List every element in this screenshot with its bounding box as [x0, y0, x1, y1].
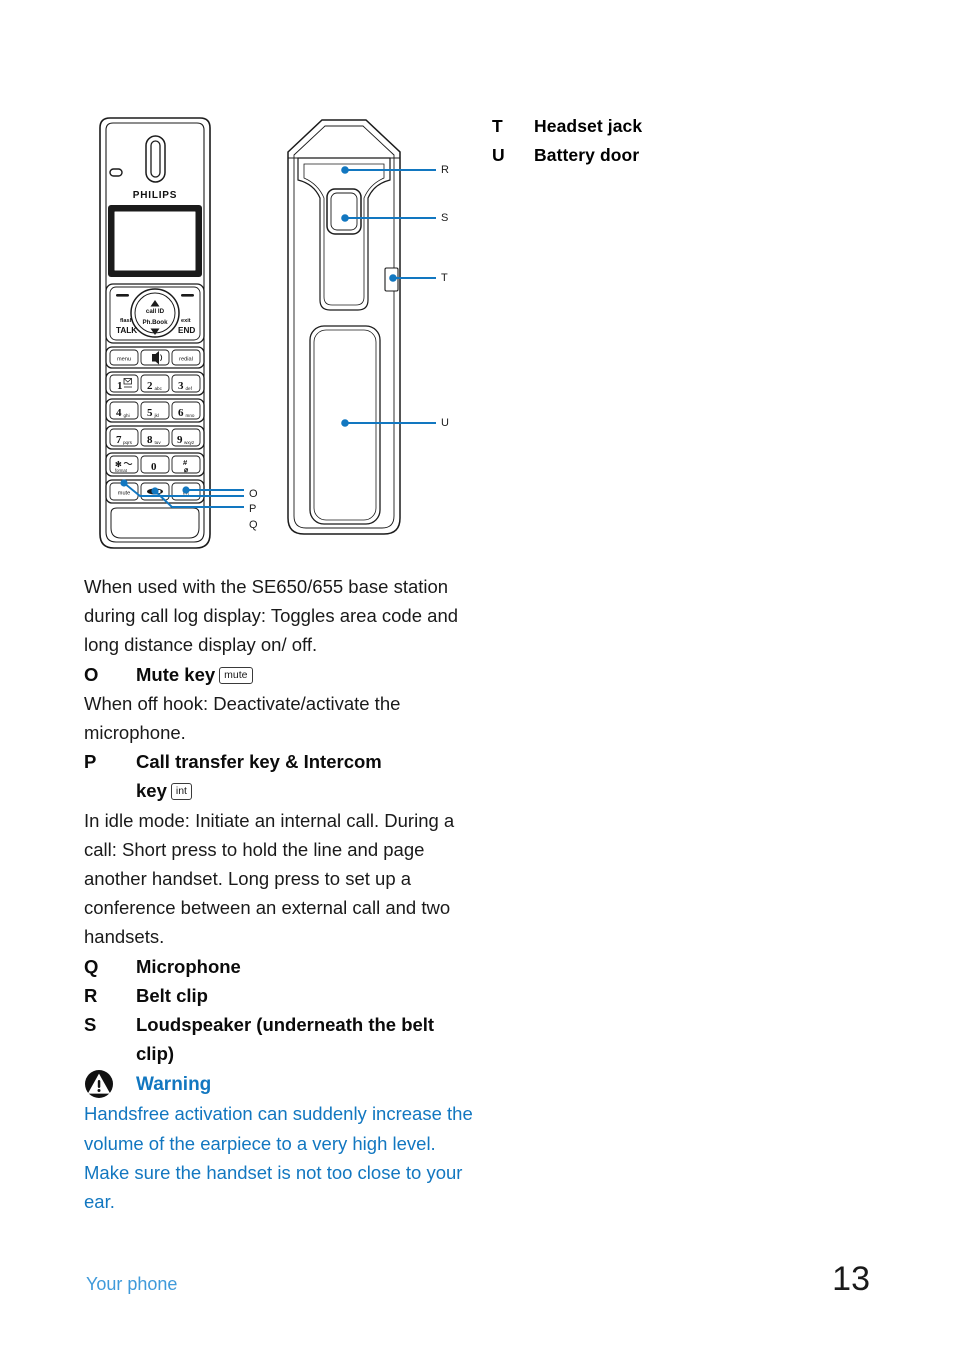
svg-text:1: 1: [117, 380, 123, 392]
item-s-key: S: [84, 1014, 97, 1036]
svg-text:pqrs: pqrs: [123, 440, 133, 445]
item-o: O Mute key mute: [84, 660, 476, 689]
svg-text:jkl: jkl: [154, 413, 159, 418]
svg-text:exit: exit: [181, 318, 191, 324]
item-p-title-line1: Call transfer key & Intercom: [136, 751, 382, 773]
item-p-description: In idle mode: Initiate an internal call.…: [84, 809, 455, 948]
callout-label-o: O: [249, 488, 258, 500]
legend-key-u: U: [492, 145, 505, 165]
svg-text:tuv: tuv: [155, 440, 162, 445]
svg-text:format: format: [115, 468, 128, 473]
item-p: P Call transfer key & Intercom key int: [84, 747, 476, 805]
svg-text:abc: abc: [155, 386, 163, 391]
svg-text:8: 8: [147, 434, 153, 446]
mute-keycap-icon: mute: [219, 666, 253, 684]
svg-text:3: 3: [178, 380, 184, 392]
item-o-description: When off hook: Deactivate/activate the m…: [84, 692, 401, 744]
svg-text:4: 4: [116, 407, 122, 419]
page-footer: Your phone 13: [0, 1260, 954, 1324]
callout-label-u: U: [441, 417, 450, 429]
svg-text:mno: mno: [186, 413, 195, 418]
item-r: R Belt clip: [84, 981, 476, 1010]
item-o-key: O: [84, 663, 99, 685]
document-page: PHILIPS call ID Ph.Book flash TALK exit …: [0, 0, 954, 1348]
item-s: S Loudspeaker (underneath the belt clip): [84, 1010, 476, 1068]
handset-figure: PHILIPS call ID Ph.Book flash TALK exit …: [84, 108, 484, 558]
svg-text:wxyz: wxyz: [184, 440, 195, 445]
legend-item-u: U Battery door: [492, 141, 892, 170]
item-p-key: P: [84, 751, 97, 773]
item-r-title: Belt clip: [136, 984, 208, 1006]
svg-text:int: int: [183, 491, 189, 497]
svg-text:9: 9: [177, 434, 183, 446]
int-keycap-icon: int: [170, 783, 192, 801]
body-text-column: When used with the SE650/655 base statio…: [84, 572, 476, 1216]
svg-text:0: 0: [151, 461, 157, 473]
handset-front-view: PHILIPS call ID Ph.Book flash TALK exit …: [99, 117, 211, 549]
callout-label-r: R: [441, 164, 450, 176]
svg-text:6: 6: [178, 407, 184, 419]
callout-label-s: S: [441, 212, 449, 224]
handset-back-view: [287, 119, 401, 535]
svg-text:END: END: [178, 326, 195, 335]
callout-label-t: T: [441, 272, 448, 284]
svg-text:def: def: [186, 386, 193, 391]
warning-text: Handsfree activation can suddenly increa…: [84, 1103, 473, 1213]
warning-triangle-icon: [85, 1070, 113, 1099]
legend-list-right: T Headset jack U Battery door: [492, 112, 892, 170]
item-p-title-wrap: Call transfer key & Intercom key int: [136, 747, 476, 805]
warning-header: Warning: [84, 1069, 476, 1099]
item-q: Q Microphone: [84, 952, 476, 981]
svg-text:ghi: ghi: [124, 413, 130, 418]
item-q-title: Microphone: [136, 955, 241, 977]
item-p-title-line2: key: [136, 780, 167, 802]
item-o-title: Mute key: [136, 663, 216, 685]
svg-text:Ph.Book: Ph.Book: [142, 319, 168, 326]
svg-text:PHILIPS: PHILIPS: [133, 190, 178, 201]
callout-label-q: Q: [249, 519, 258, 531]
warning-title: Warning: [136, 1073, 212, 1095]
svg-text:TALK: TALK: [116, 326, 137, 335]
svg-text:menu: menu: [117, 357, 131, 363]
intro-paragraph: When used with the SE650/655 base statio…: [84, 576, 459, 656]
legend-label-t: Headset jack: [534, 116, 643, 136]
item-o-title-wrap: Mute key mute: [136, 660, 476, 689]
item-r-key: R: [84, 984, 98, 1006]
callout-label-p: P: [249, 503, 257, 515]
legend-label-u: Battery door: [534, 145, 640, 165]
legend-item-t: T Headset jack: [492, 112, 892, 141]
svg-text:call ID: call ID: [146, 308, 165, 315]
item-s-title: Loudspeaker (underneath the belt clip): [136, 1014, 435, 1065]
svg-text:2: 2: [147, 380, 153, 392]
svg-text:5: 5: [147, 407, 153, 419]
svg-text:flash: flash: [120, 318, 134, 324]
footer-page-number: 13: [832, 1260, 870, 1298]
footer-section-label: Your phone: [86, 1274, 178, 1294]
svg-text:mute: mute: [118, 491, 130, 497]
svg-text:redial: redial: [179, 357, 193, 363]
item-q-key: Q: [84, 955, 99, 977]
legend-key-t: T: [492, 116, 503, 136]
svg-text:7: 7: [116, 434, 122, 446]
